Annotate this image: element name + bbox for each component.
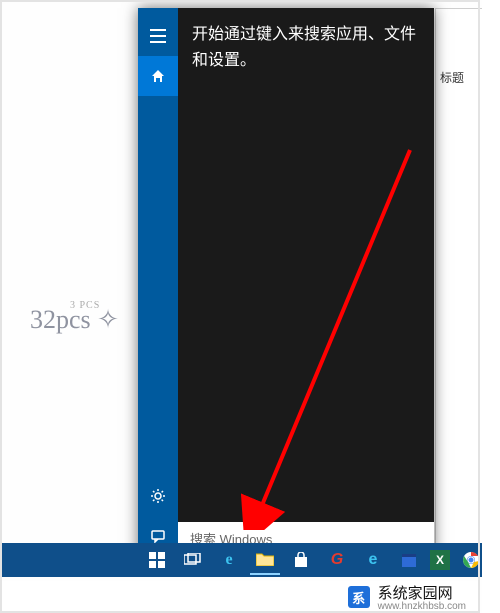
desktop-background: 标题 3 PCS 32pcs ✧ 开始通过键入来搜索应用、文件和设置。 [0,0,500,613]
calendar-icon[interactable] [394,545,424,575]
watermark-logo-icon: 系 [348,586,370,608]
search-panel-body: 开始通过键入来搜索应用、文件和设置。 [178,8,434,556]
excel-icon[interactable]: X [430,550,450,570]
background-window-label: 标题 [440,69,464,86]
right-edge-strip [482,0,500,613]
home-icon[interactable] [138,56,178,96]
watermark-brand-text: 系统家园网 [378,582,466,603]
file-explorer-icon[interactable] [250,545,280,575]
start-button[interactable] [142,545,172,575]
ie-icon[interactable]: e [358,545,388,575]
watermark-url-text: www.hnzkhbsb.com [378,601,466,612]
search-panel: 开始通过键入来搜索应用、文件和设置。 [138,8,434,556]
search-panel-rail [138,8,178,556]
gear-icon[interactable] [138,476,178,516]
decorative-logo: 3 PCS 32pcs ✧ [30,300,119,335]
app-red-icon[interactable]: G [322,545,352,575]
hamburger-icon[interactable] [138,16,178,56]
edge-icon[interactable]: e [214,545,244,575]
search-hint-text: 开始通过键入来搜索应用、文件和设置。 [178,8,434,74]
logo-script-text: 32pcs ✧ [30,305,119,334]
watermark-bar: 系 系统家园网 www.hnzkhbsb.com [0,581,480,613]
taskbar: e G e X [0,543,500,577]
store-icon[interactable] [286,545,316,575]
task-view-icon[interactable] [178,545,208,575]
